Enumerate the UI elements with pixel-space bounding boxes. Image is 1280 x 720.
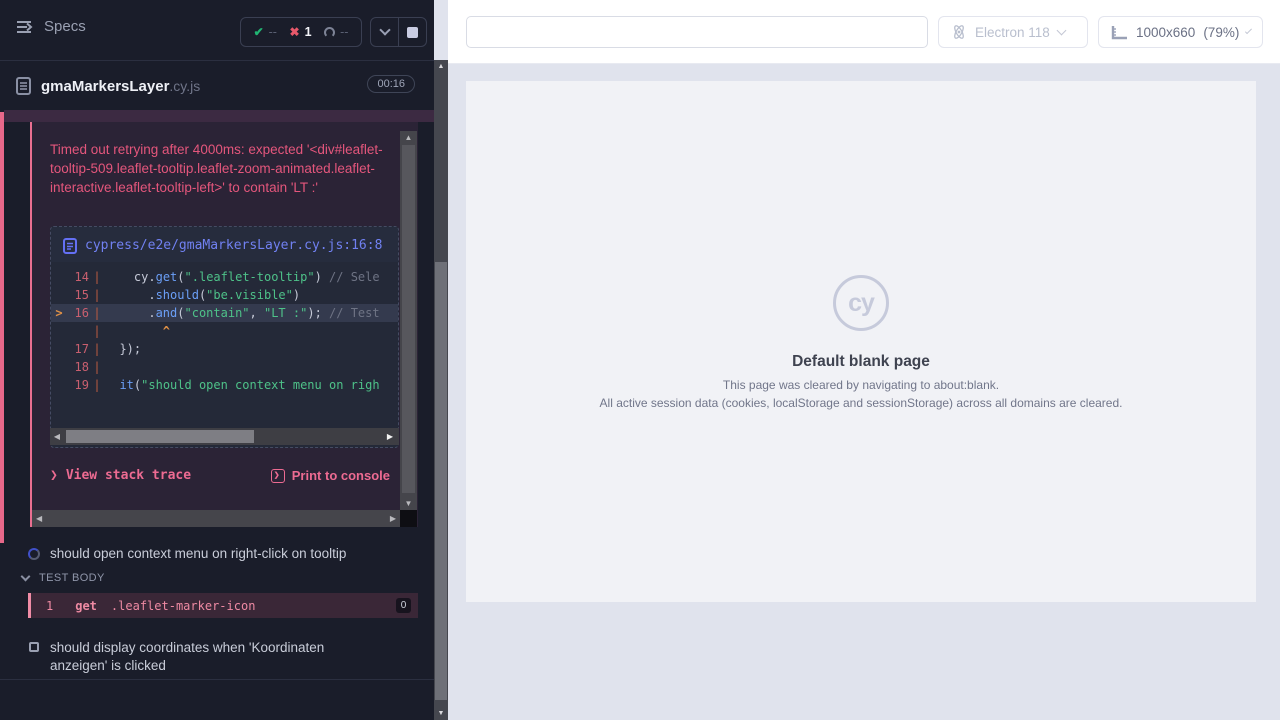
code-frame: cypress/e2e/gmaMarkersLayer.cy.js:16:8 1…: [50, 226, 399, 448]
chevron-right-icon: ❯: [50, 468, 58, 483]
test-body-section-toggle[interactable]: TEST BODY: [22, 572, 105, 584]
scroll-down-icon[interactable]: ▼: [434, 710, 448, 717]
code-frame-file-link[interactable]: cypress/e2e/gmaMarkersLayer.cy.js:16:8: [51, 227, 398, 262]
code-line: 18|: [51, 358, 398, 376]
code-line: 15| .should("be.visible"): [51, 286, 398, 304]
error-actions: ❯ View stack trace ❯ Print to console: [50, 468, 390, 483]
spec-name: gmaMarkersLayer.cy.js: [41, 78, 200, 95]
chevron-down-icon: [21, 572, 31, 582]
list-divider: [0, 679, 434, 680]
collapse-button[interactable]: [371, 18, 399, 46]
stop-icon: [407, 27, 418, 38]
stop-button[interactable]: [399, 18, 426, 46]
stat-failed: ✖ 1: [290, 25, 312, 39]
error-panel: Timed out retrying after 4000ms: expecte…: [30, 122, 418, 527]
test-item-running[interactable]: should open context menu on right-click …: [0, 546, 434, 561]
error-message: Timed out retrying after 4000ms: expecte…: [50, 140, 396, 197]
sidebar-scrollbar-thumb[interactable]: [435, 262, 447, 700]
error-vscroll-thumb[interactable]: [402, 145, 415, 493]
command-number: 1: [46, 599, 53, 613]
error-vertical-scrollbar[interactable]: ▲ ▼: [400, 131, 417, 510]
code-line: 17| });: [51, 340, 398, 358]
chevron-down-icon: [1245, 27, 1252, 34]
code-scrollbar-thumb[interactable]: [66, 430, 254, 443]
error-horizontal-scrollbar[interactable]: ◀ ▶: [32, 510, 400, 527]
code-line: 19| it("should open context menu on righ: [51, 376, 398, 394]
stat-pending: --: [324, 25, 348, 39]
url-input[interactable]: [466, 16, 928, 48]
x-icon: ✖: [290, 25, 300, 39]
failed-test-indicator: [0, 112, 4, 543]
ruler-icon: [1111, 24, 1128, 40]
print-to-console-button[interactable]: ❯ Print to console: [271, 468, 390, 483]
blank-page-title: Default blank page: [792, 353, 930, 371]
scroll-left-icon[interactable]: ◀: [36, 514, 42, 523]
spec-duration-badge: 00:16: [367, 75, 415, 93]
zoom-label: (79%): [1203, 25, 1239, 40]
test-item-pending[interactable]: should display coordinates when 'Koordin…: [0, 639, 434, 675]
reporter-header: Specs ✔ -- ✖ 1 --: [0, 0, 434, 61]
spec-file-row[interactable]: gmaMarkersLayer.cy.js 00:16: [0, 62, 434, 110]
command-method: get: [75, 599, 97, 613]
view-stack-trace-button[interactable]: ❯ View stack trace: [50, 468, 191, 483]
sidebar-scrollbar[interactable]: ▲ ▼: [434, 60, 448, 720]
blank-page-line2: All active session data (cookies, localS…: [600, 396, 1123, 410]
specs-menu-button[interactable]: Specs: [16, 18, 86, 35]
aut-viewport: cy Default blank page This page was clea…: [466, 81, 1256, 602]
specs-list-icon: [16, 19, 34, 35]
scroll-left-icon[interactable]: ◀: [50, 432, 64, 441]
electron-icon: [951, 24, 967, 40]
command-count-badge: 0: [396, 598, 411, 613]
code-frame-filename: cypress/e2e/gmaMarkersLayer.cy.js:16:8: [85, 236, 382, 255]
code-horizontal-scrollbar[interactable]: ◀ ▶: [50, 428, 399, 445]
blank-page-line1: This page was cleared by navigating to a…: [723, 378, 999, 392]
console-icon: ❯: [271, 469, 285, 483]
spec-extension: .cy.js: [169, 78, 200, 94]
code-line: >16| .and("contain", "LT :"); // Test: [51, 304, 398, 322]
blank-page-message: cy Default blank page This page was clea…: [466, 275, 1256, 410]
runner-topbar: Electron 118 1000x660 (79%): [448, 0, 1280, 64]
code-line: | ^: [51, 322, 398, 340]
scroll-up-icon[interactable]: ▲: [400, 133, 417, 142]
attempt-header-band: [4, 110, 434, 122]
cypress-logo: cy: [833, 275, 889, 331]
code-line: 14| cy.get(".leaflet-tooltip") // Sele: [51, 268, 398, 286]
specs-title: Specs: [44, 18, 86, 35]
command-log-row[interactable]: 1 get .leaflet-marker-icon 0: [28, 593, 418, 618]
scroll-right-icon[interactable]: ▶: [390, 514, 396, 523]
command-target: .leaflet-marker-icon: [111, 599, 256, 613]
check-icon: ✔: [254, 25, 264, 39]
scroll-right-icon[interactable]: ▶: [383, 432, 397, 441]
spinner-icon: [28, 548, 40, 560]
scroll-up-icon[interactable]: ▲: [434, 63, 448, 70]
test-stats: ✔ -- ✖ 1 --: [240, 17, 362, 47]
pending-circle-icon: [324, 27, 335, 38]
scrollbar-corner: [400, 510, 417, 527]
stat-passed: ✔ --: [254, 25, 277, 39]
size-label: 1000x660: [1136, 25, 1195, 40]
code-lines: 14| cy.get(".leaflet-tooltip") // Sele15…: [51, 268, 398, 394]
pending-box-icon: [29, 642, 39, 652]
reporter-sidebar: Specs ✔ -- ✖ 1 --: [0, 0, 434, 720]
scroll-down-icon[interactable]: ▼: [400, 499, 417, 508]
code-file-icon: [63, 238, 77, 255]
chevron-down-icon: [379, 24, 390, 35]
runner-main: Electron 118 1000x660 (79%) cy Default b…: [448, 0, 1280, 720]
browser-select[interactable]: Electron 118: [938, 16, 1088, 48]
run-controls: [370, 17, 427, 47]
chevron-down-icon: [1056, 26, 1066, 36]
spec-file-icon: [16, 77, 31, 95]
viewport-size-select[interactable]: 1000x660 (79%): [1098, 16, 1263, 48]
